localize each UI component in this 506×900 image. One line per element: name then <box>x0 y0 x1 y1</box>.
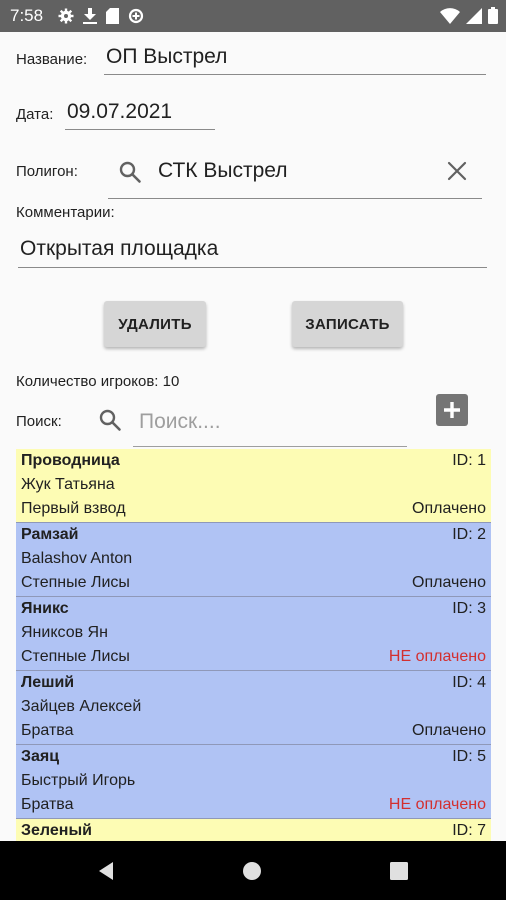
signal-icon <box>466 7 482 24</box>
name-field[interactable]: ОП Выстрел <box>104 45 486 75</box>
comment-label: Комментарии: <box>16 204 115 221</box>
close-icon[interactable] <box>447 161 467 181</box>
home-icon[interactable] <box>242 861 262 881</box>
date-field[interactable]: 09.07.2021 <box>65 100 215 130</box>
player-id: ID: 5 <box>452 748 486 765</box>
settings-icon <box>58 8 74 24</box>
players-count: Количество игроков: 10 <box>16 373 180 390</box>
players-list[interactable]: Проводница ID: 1 Жук Татьяна Первый взвод Оп… <box>16 449 491 841</box>
player-id: ID: 4 <box>452 674 486 691</box>
search-icon <box>99 409 121 431</box>
battery-icon <box>488 7 498 24</box>
player-nickname: Леший <box>21 674 75 691</box>
player-id: ID: 7 <box>452 822 486 839</box>
player-id: ID: 2 <box>452 526 486 543</box>
player-name: Balashov Anton <box>21 550 133 567</box>
player-id: ID: 1 <box>452 452 486 469</box>
player-card[interactable]: Рамзай ID: 2 Balashov Anton Степные Лисы Опл… <box>16 523 491 597</box>
polygon-search-field[interactable]: СТК Выстрел <box>108 151 482 199</box>
player-card[interactable]: Яникс ID: 3 Яниксов Ян Степные Лисы НЕ оплач… <box>16 597 491 671</box>
search-label: Поиск: <box>16 413 62 430</box>
payment-status: Оплачено <box>412 574 486 591</box>
polygon-label: Полигон: <box>16 163 78 180</box>
sd-card-icon <box>106 8 119 24</box>
add-icon <box>444 402 460 418</box>
payment-status: НЕ оплачено <box>388 648 486 665</box>
search-placeholder: Поиск.... <box>139 410 221 433</box>
player-team: Первый взвод <box>21 500 126 517</box>
navigation-bar <box>0 841 506 900</box>
name-label: Название: <box>16 51 88 68</box>
player-name: Зайцев Алексей <box>21 698 142 715</box>
payment-status: НЕ оплачено <box>388 796 486 813</box>
player-nickname: Яникс <box>21 600 69 617</box>
comment-field[interactable]: Открытая площадка <box>18 237 487 268</box>
player-card[interactable]: Заяц ID: 5 Быстрый Игорь Братва НЕ оплачено <box>16 745 491 819</box>
download-icon <box>83 8 97 24</box>
player-card[interactable]: Зеленый ID: 7 <box>16 819 491 841</box>
player-nickname: Проводница <box>21 452 120 469</box>
polygon-value: СТК Выстрел <box>158 159 288 182</box>
add-player-button[interactable] <box>436 394 468 426</box>
delete-button[interactable]: УДАЛИТЬ <box>104 301 206 347</box>
status-time: 7:58 <box>10 6 44 25</box>
wifi-icon <box>440 7 460 24</box>
player-nickname: Зеленый <box>21 822 92 839</box>
payment-status: Оплачено <box>412 722 486 739</box>
status-bar: 7:58 <box>0 0 506 32</box>
recents-icon[interactable] <box>390 862 408 880</box>
player-id: ID: 3 <box>452 600 486 617</box>
player-name: Жук Татьяна <box>21 476 115 493</box>
date-label: Дата: <box>16 106 54 123</box>
search-icon <box>119 161 141 183</box>
back-icon[interactable] <box>96 861 116 881</box>
player-name: Яниксов Ян <box>21 624 108 641</box>
save-button[interactable]: ЗАПИСАТЬ <box>292 301 403 347</box>
data-saver-icon <box>128 8 144 24</box>
player-card[interactable]: Проводница ID: 1 Жук Татьяна Первый взвод Оп… <box>16 449 491 523</box>
player-card[interactable]: Леший ID: 4 Зайцев Алексей Братва Оплачено <box>16 671 491 745</box>
player-team: Братва <box>21 722 74 739</box>
search-input[interactable]: Поиск.... <box>133 405 407 447</box>
player-nickname: Заяц <box>21 748 60 765</box>
player-name: Быстрый Игорь <box>21 772 136 789</box>
payment-status: Оплачено <box>412 500 486 517</box>
player-team: Степные Лисы <box>21 574 130 591</box>
player-nickname: Рамзай <box>21 526 79 543</box>
player-team: Братва <box>21 796 74 813</box>
player-team: Степные Лисы <box>21 648 130 665</box>
